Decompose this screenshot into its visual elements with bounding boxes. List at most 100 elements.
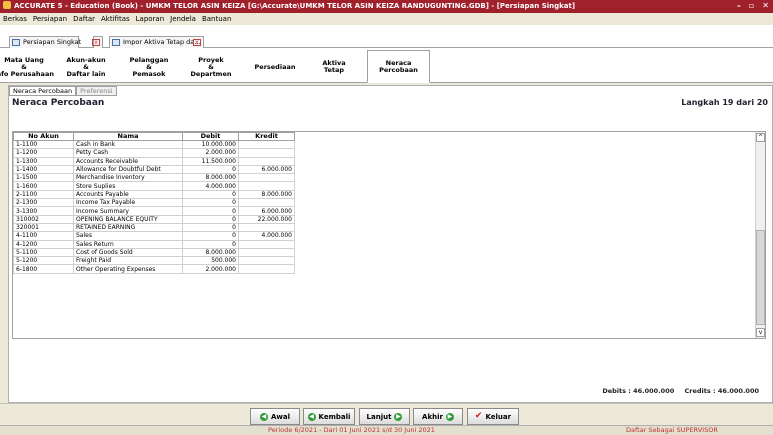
menu-jendela[interactable]: Jendela <box>170 13 196 25</box>
cell-no-akun[interactable]: 4-1200 <box>13 239 74 249</box>
menu-persiapan[interactable]: Persiapan <box>33 13 67 25</box>
cell-kredit[interactable] <box>238 148 295 158</box>
cell-nama[interactable]: Sales Return <box>73 239 183 249</box>
table-row[interactable]: 320001 RETAINED EARNING 0 <box>13 222 295 233</box>
scroll-up-icon[interactable]: ^ <box>756 133 765 142</box>
cell-kredit[interactable] <box>238 256 295 266</box>
col-header-debit[interactable]: Debit <box>182 132 239 141</box>
cell-nama[interactable]: Allowance for Doubtful Debt <box>73 164 183 175</box>
cell-nama[interactable]: Accounts Payable <box>73 189 183 200</box>
cell-no-akun[interactable]: 310002 <box>13 214 74 224</box>
cell-no-akun[interactable]: 1-1100 <box>13 139 74 150</box>
table-row[interactable]: 310002 OPENING BALANCE EQUITY 0 22.000.000 <box>13 214 295 224</box>
cell-kredit[interactable] <box>238 173 295 183</box>
cell-kredit[interactable] <box>238 198 295 208</box>
cell-no-akun[interactable]: 6-1800 <box>13 264 74 274</box>
cell-nama[interactable]: Store Suplies <box>73 181 183 191</box>
cell-kredit[interactable] <box>238 139 295 150</box>
table-row[interactable]: 1-1100 Cash in Bank 10.000.000 <box>13 139 295 150</box>
cell-nama[interactable]: RETAINED EARNING <box>73 222 183 233</box>
tab-preferensi[interactable]: Preferensi <box>76 86 117 96</box>
cell-nama[interactable]: Merchandise Inventory <box>73 173 183 183</box>
last-button[interactable]: Akhir ▶ <box>413 408 463 425</box>
back-button[interactable]: ◀ Kembali <box>303 408 355 425</box>
col-header-no-akun[interactable]: No Akun <box>13 132 74 141</box>
cell-nama[interactable]: Other Operating Expenses <box>73 264 183 274</box>
cell-debit[interactable]: 500.000 <box>182 256 239 266</box>
doc-tab-persiapan-singkat[interactable]: Persiapan Singkat <box>9 36 81 48</box>
cell-nama[interactable]: Freight Paid <box>73 256 183 266</box>
menu-daftar[interactable]: Daftar <box>73 13 95 25</box>
trial-balance-grid[interactable]: No Akun Nama Debit Kredit 1-1100 Cash in … <box>12 131 766 339</box>
cell-nama[interactable]: Cash in Bank <box>73 139 183 150</box>
scroll-thumb[interactable] <box>756 230 765 325</box>
cell-debit[interactable]: 0 <box>182 239 239 249</box>
table-row[interactable]: 4-1100 Sales 0 4.000.000 <box>13 231 295 241</box>
doc-tab-impor-aktiva[interactable]: Impor Aktiva Tetap da... x <box>109 36 204 48</box>
cell-no-akun[interactable]: 5-1100 <box>13 247 74 258</box>
cell-no-akun[interactable]: 1-1200 <box>13 148 74 158</box>
exit-button[interactable]: ✔ Keluar <box>467 408 519 425</box>
cell-debit[interactable]: 0 <box>182 198 239 208</box>
cell-kredit[interactable] <box>238 264 295 274</box>
cell-kredit[interactable]: 8.000.000 <box>238 189 295 200</box>
cell-nama[interactable]: OPENING BALANCE EQUITY <box>73 214 183 224</box>
table-row[interactable]: 1-1300 Accounts Receivable 11.500.000 <box>13 156 295 166</box>
cell-kredit[interactable] <box>238 247 295 258</box>
table-row[interactable]: 4-1200 Sales Return 0 <box>13 239 295 249</box>
col-header-kredit[interactable]: Kredit <box>238 132 295 141</box>
menu-aktifitas[interactable]: Aktifitas <box>101 13 130 25</box>
cell-nama[interactable]: Income Summary <box>73 206 183 216</box>
step-aktiva-tetap[interactable]: Aktiva Tetap <box>309 52 359 82</box>
doc-tab-close-button[interactable]: x <box>92 36 103 48</box>
cell-kredit[interactable]: 22.000.000 <box>238 214 295 224</box>
step-pelanggan[interactable]: Pelanggan & Pemasok <box>125 52 173 82</box>
cell-kredit[interactable] <box>238 181 295 191</box>
cell-no-akun[interactable]: 2-1100 <box>13 189 74 200</box>
menu-laporan[interactable]: Laporan <box>136 13 165 25</box>
cell-debit[interactable]: 8.000.000 <box>182 173 239 183</box>
cell-nama[interactable]: Accounts Receivable <box>73 156 183 166</box>
cell-kredit[interactable]: 6.000.000 <box>238 206 295 216</box>
cell-debit[interactable]: 0 <box>182 164 239 175</box>
cell-debit[interactable]: 10.000.000 <box>182 139 239 150</box>
table-row[interactable]: 1-1200 Petty Cash 2.000.000 <box>13 148 295 158</box>
cell-kredit[interactable]: 4.000.000 <box>238 231 295 241</box>
vertical-scrollbar[interactable]: ^ v <box>755 132 765 338</box>
table-row[interactable]: 3-1300 Income Summary 0 6.000.000 <box>13 206 295 216</box>
cell-no-akun[interactable]: 2-1300 <box>13 198 74 208</box>
tab-neraca-percobaan[interactable]: Neraca Percobaan <box>9 86 77 96</box>
table-row[interactable]: 1-1600 Store Suplies 4.000.000 <box>13 181 295 191</box>
col-header-nama[interactable]: Nama <box>73 132 183 141</box>
cell-debit[interactable]: 4.000.000 <box>182 181 239 191</box>
step-mata-uang[interactable]: Mata Uang & Info Perusahaan <box>0 52 54 82</box>
cell-no-akun[interactable]: 4-1100 <box>13 231 74 241</box>
cell-no-akun[interactable]: 320001 <box>13 222 74 233</box>
close-tab-icon[interactable]: x <box>193 39 201 46</box>
cell-no-akun[interactable]: 1-1400 <box>13 164 74 175</box>
cell-nama[interactable]: Income Tax Payable <box>73 198 183 208</box>
table-row[interactable]: 6-1800 Other Operating Expenses 2.000.000 <box>13 264 295 274</box>
cell-kredit[interactable]: 6.000.000 <box>238 164 295 175</box>
first-button[interactable]: ◀ Awal <box>250 408 300 425</box>
table-row[interactable]: 2-1100 Accounts Payable 0 8.000.000 <box>13 189 295 200</box>
cell-debit[interactable]: 11.500.000 <box>182 156 239 166</box>
table-row[interactable]: 1-1500 Merchandise Inventory 8.000.000 <box>13 173 295 183</box>
table-row[interactable]: 1-1400 Allowance for Doubtful Debt 0 6.000.… <box>13 164 295 175</box>
cell-nama[interactable]: Sales <box>73 231 183 241</box>
cell-no-akun[interactable]: 3-1300 <box>13 206 74 216</box>
cell-debit[interactable]: 0 <box>182 189 239 200</box>
step-persediaan[interactable]: Persediaan <box>249 52 301 82</box>
cell-debit[interactable]: 0 <box>182 222 239 233</box>
cell-kredit[interactable] <box>238 156 295 166</box>
table-row[interactable]: 5-1100 Cost of Goods Sold 8.000.000 <box>13 247 295 258</box>
next-button[interactable]: Lanjut ▶ <box>359 408 410 425</box>
close-icon[interactable]: ✕ <box>762 0 769 13</box>
scroll-down-icon[interactable]: v <box>756 328 765 337</box>
restore-icon[interactable]: ▫ <box>749 0 754 13</box>
cell-debit[interactable]: 0 <box>182 214 239 224</box>
cell-kredit[interactable] <box>238 239 295 249</box>
cell-debit[interactable]: 0 <box>182 206 239 216</box>
step-proyek[interactable]: Proyek & Departmen <box>186 52 236 82</box>
table-row[interactable]: 5-1200 Freight Paid 500.000 <box>13 256 295 266</box>
